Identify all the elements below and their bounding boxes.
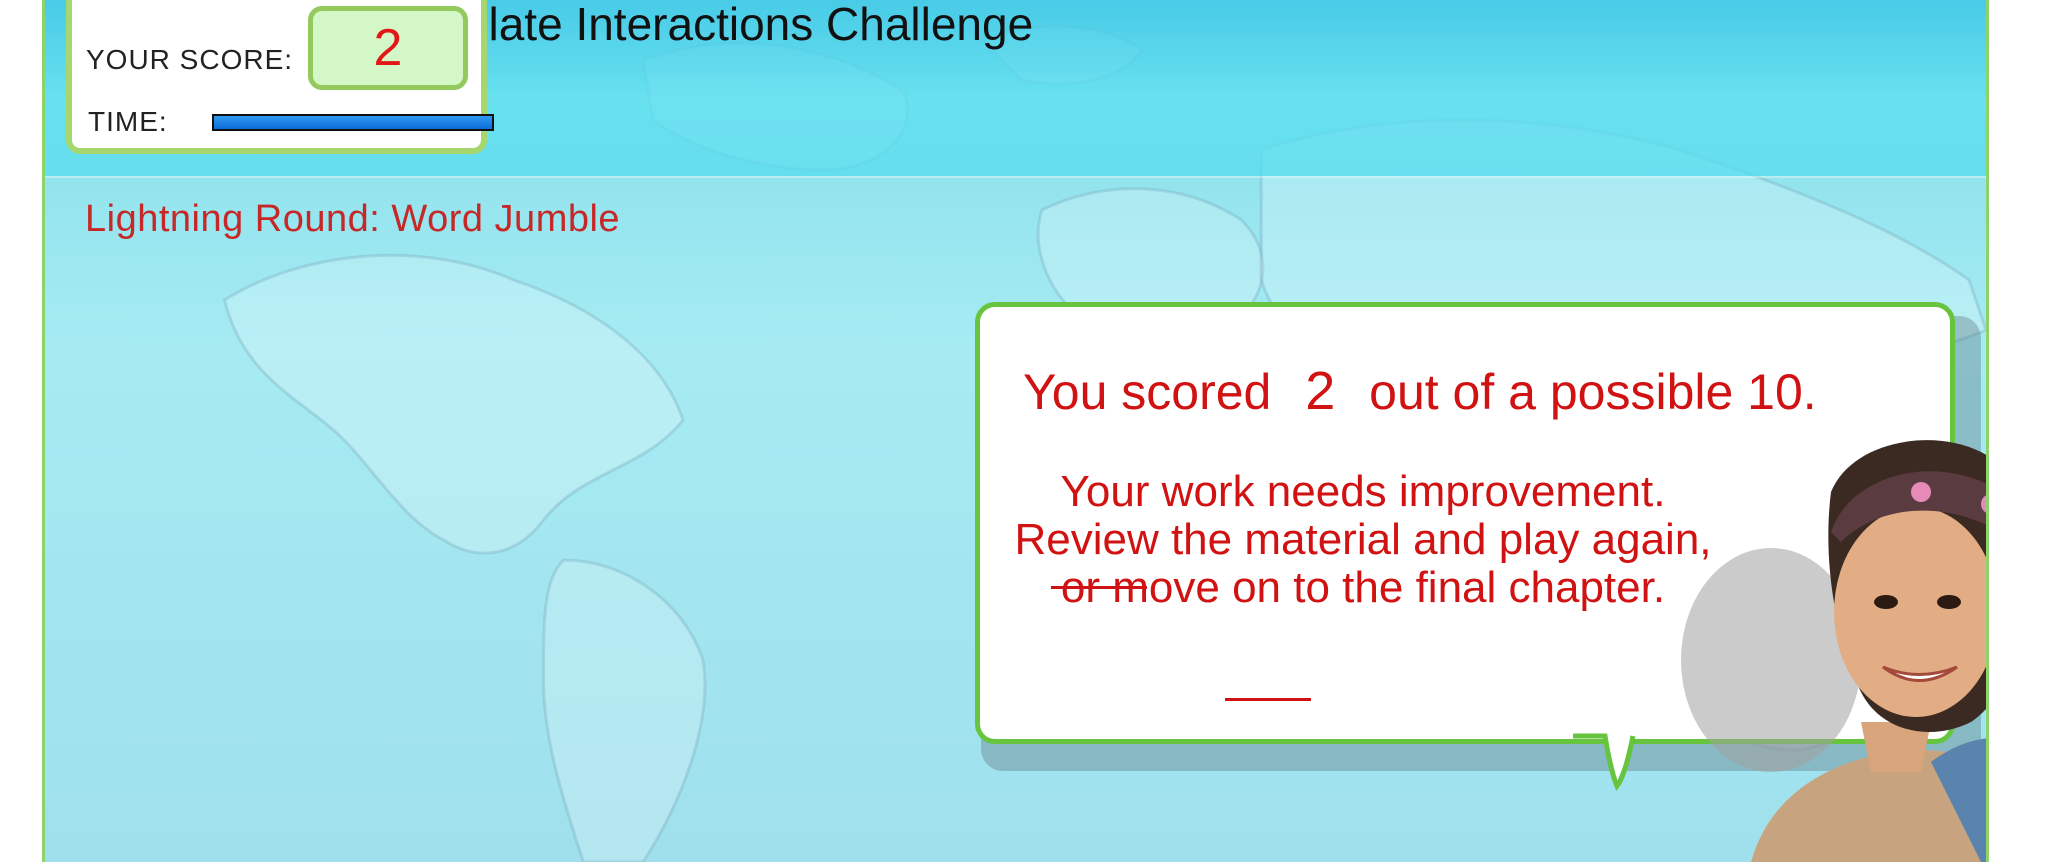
- result-suffix: out of a possible 10.: [1369, 364, 1817, 420]
- game-title-text: Plate Interactions Challenge: [457, 0, 1034, 50]
- round-title: Lightning Round: Word Jumble: [85, 198, 621, 240]
- guide-character-icon: [1681, 440, 1986, 862]
- score-panel: YOUR SCORE: 2 TIME:: [66, 0, 494, 154]
- score-label: YOUR SCORE:: [86, 44, 294, 75]
- result-message: Your work needs improvement. Review the …: [1014, 467, 1712, 612]
- result-line: You scored 2 out of a possible 10.: [1023, 360, 1817, 422]
- text-artifact-line: [1225, 698, 1311, 701]
- speech-bubble-tail-icon: [1573, 732, 1663, 791]
- score-value: 2: [308, 6, 468, 90]
- time-bar-fill: [214, 116, 492, 129]
- result-prefix: You scored: [1023, 364, 1272, 420]
- header-divider: [45, 176, 1986, 178]
- time-bar: [212, 114, 494, 131]
- game-frame: Plate Interactions Challenge YOUR SCORE:…: [42, 0, 1989, 862]
- text-artifact-line: [1051, 586, 1147, 589]
- result-score: 2: [1305, 361, 1336, 421]
- time-label: TIME:: [88, 106, 168, 137]
